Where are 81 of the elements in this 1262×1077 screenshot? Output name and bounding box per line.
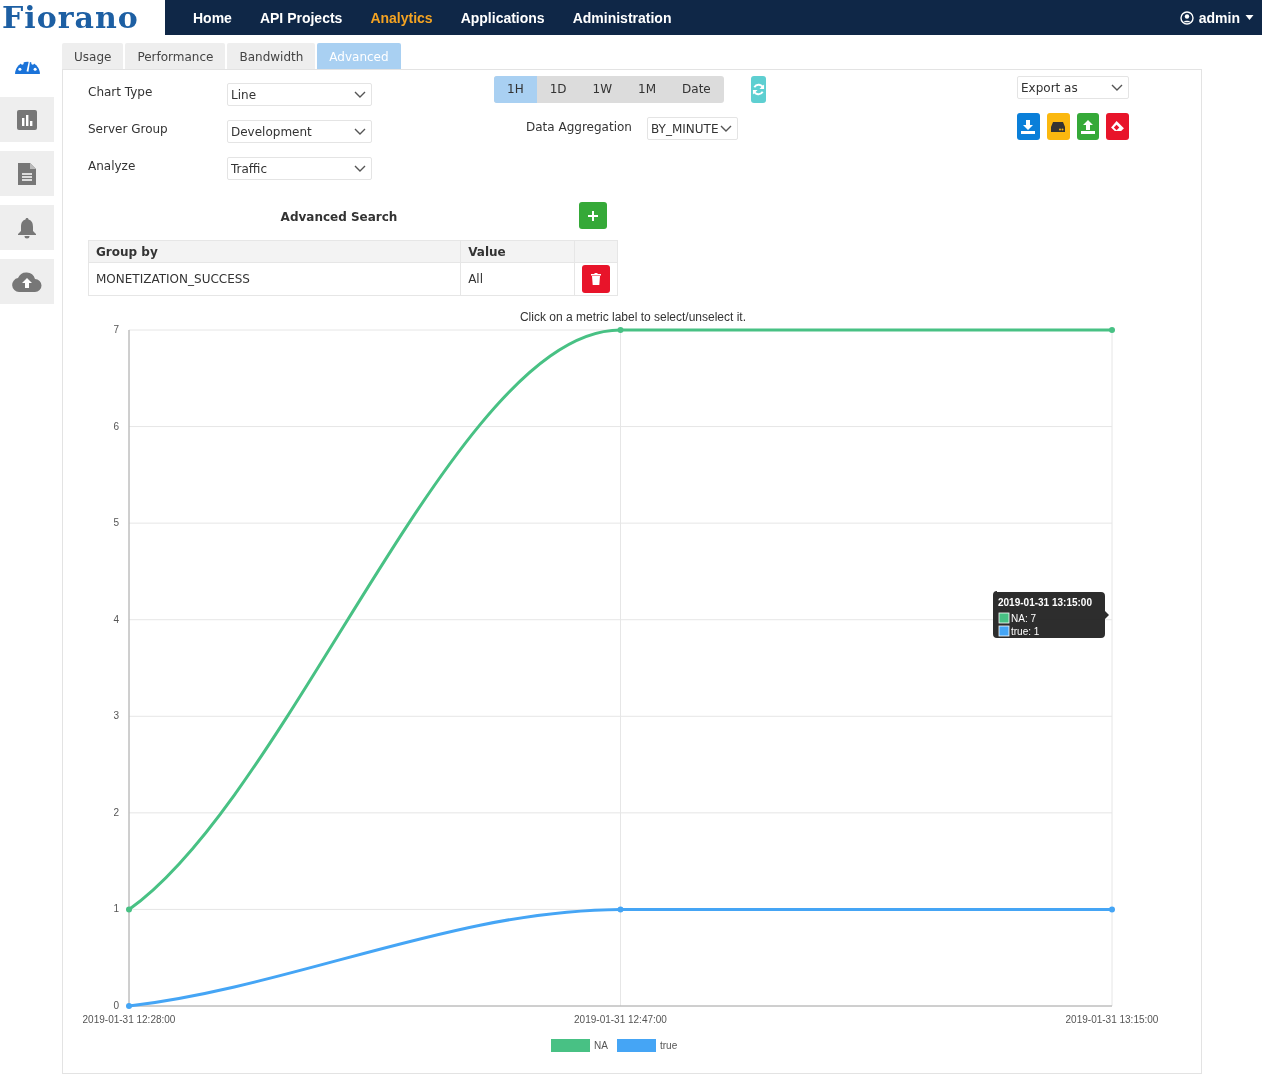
tab[interactable]: Bandwidth xyxy=(227,43,316,69)
upload-icon xyxy=(1080,119,1095,134)
y-axis-label: 3 xyxy=(113,710,119,722)
user-icon xyxy=(1179,10,1194,25)
legend-swatch[interactable] xyxy=(551,1039,590,1052)
nav-link[interactable]: API Projects xyxy=(259,9,343,26)
y-axis-label: 6 xyxy=(113,420,119,432)
range-button[interactable]: 1D xyxy=(536,76,580,103)
y-axis-label: 4 xyxy=(113,613,119,625)
field-label: Server Group xyxy=(88,121,169,136)
dropdown[interactable]: BY_MINUTE xyxy=(647,117,738,140)
dropdown[interactable]: Line xyxy=(227,83,372,106)
y-axis-label: 2 xyxy=(113,806,119,818)
y-axis-label: 0 xyxy=(113,1000,119,1011)
dropdown[interactable]: Development xyxy=(227,120,372,143)
refresh-icon xyxy=(751,83,765,96)
download-icon xyxy=(1021,119,1036,134)
tooltip-title: 2019-01-31 13:15:00 xyxy=(998,597,1092,608)
table-cell: All xyxy=(460,262,575,296)
bar-chart-icon xyxy=(17,109,37,130)
delete-button[interactable] xyxy=(582,265,610,293)
eraser-icon xyxy=(1110,121,1126,132)
column-header: Value xyxy=(460,240,575,263)
sidebar-item[interactable] xyxy=(0,259,54,304)
range-button[interactable]: 1M xyxy=(625,76,670,103)
nav-link[interactable]: Home xyxy=(193,9,232,26)
chevron-icon xyxy=(354,128,366,135)
hard-drive-icon xyxy=(1051,121,1066,132)
y-axis-label: 5 xyxy=(113,517,119,529)
nav-link[interactable]: Applications xyxy=(460,9,545,26)
y-axis-label: 1 xyxy=(113,903,119,915)
plus-icon xyxy=(588,210,598,221)
tooltip-swatch xyxy=(998,612,1010,624)
chart-hint: Click on a metric label to select/unselect it. xyxy=(519,310,747,324)
sidebar-item[interactable] xyxy=(0,97,54,142)
range-button[interactable]: 1W xyxy=(579,76,626,103)
data-point xyxy=(617,327,624,333)
field-label: Data Aggregation xyxy=(526,119,633,134)
export-dropdown[interactable]: Export as xyxy=(1017,76,1129,99)
legend-label[interactable]: NA xyxy=(594,1040,608,1051)
add-button[interactable] xyxy=(579,202,607,229)
range-button[interactable]: Date xyxy=(669,76,724,103)
action-button[interactable] xyxy=(1046,113,1070,140)
data-point xyxy=(1109,327,1115,333)
document-icon xyxy=(18,162,36,185)
tooltip-item: true: 1 xyxy=(1011,626,1040,637)
legend-swatch[interactable] xyxy=(617,1039,656,1052)
chevron-icon xyxy=(354,165,366,172)
table-cell: MONETIZATION_SUCCESS xyxy=(88,262,461,296)
range-button[interactable]: 1H xyxy=(494,76,537,103)
tooltip-item: NA: 7 xyxy=(1011,613,1036,624)
x-axis-label: 2019-01-31 12:47:00 xyxy=(574,1014,667,1025)
data-point xyxy=(126,906,132,913)
tab[interactable]: Performance xyxy=(125,43,226,69)
trash-icon xyxy=(591,273,601,285)
x-axis-label: 2019-01-31 13:15:00 xyxy=(1065,1014,1159,1025)
logo[interactable]: Fiorano xyxy=(0,0,165,35)
sidebar-item[interactable] xyxy=(0,205,54,250)
chevron-icon xyxy=(1111,84,1123,91)
caret-icon xyxy=(1245,15,1254,20)
x-axis-label: 2019-01-31 12:28:00 xyxy=(82,1014,176,1025)
tooltip-swatch xyxy=(998,625,1010,637)
column-header: Group by xyxy=(88,240,461,263)
section-title: Advanced Search xyxy=(280,210,398,224)
y-axis-label: 7 xyxy=(113,324,119,335)
cloud-upload-icon xyxy=(12,271,42,292)
dropdown[interactable]: Traffic xyxy=(227,157,372,180)
data-point xyxy=(617,906,624,913)
sidebar-item[interactable] xyxy=(0,151,54,196)
nav-link[interactable]: Analytics xyxy=(370,9,433,26)
field-label: Chart Type xyxy=(88,84,154,99)
field-label: Analyze xyxy=(88,158,137,173)
user-menu[interactable]: admin xyxy=(1179,9,1254,26)
data-point xyxy=(1109,906,1115,913)
nav-link[interactable]: Administration xyxy=(572,9,672,26)
data-point xyxy=(126,1003,132,1009)
chevron-icon xyxy=(354,91,366,98)
bell-icon xyxy=(17,216,37,239)
legend-label[interactable]: true xyxy=(660,1040,678,1051)
chevron-icon xyxy=(720,125,732,132)
tab[interactable]: Usage xyxy=(62,43,124,69)
